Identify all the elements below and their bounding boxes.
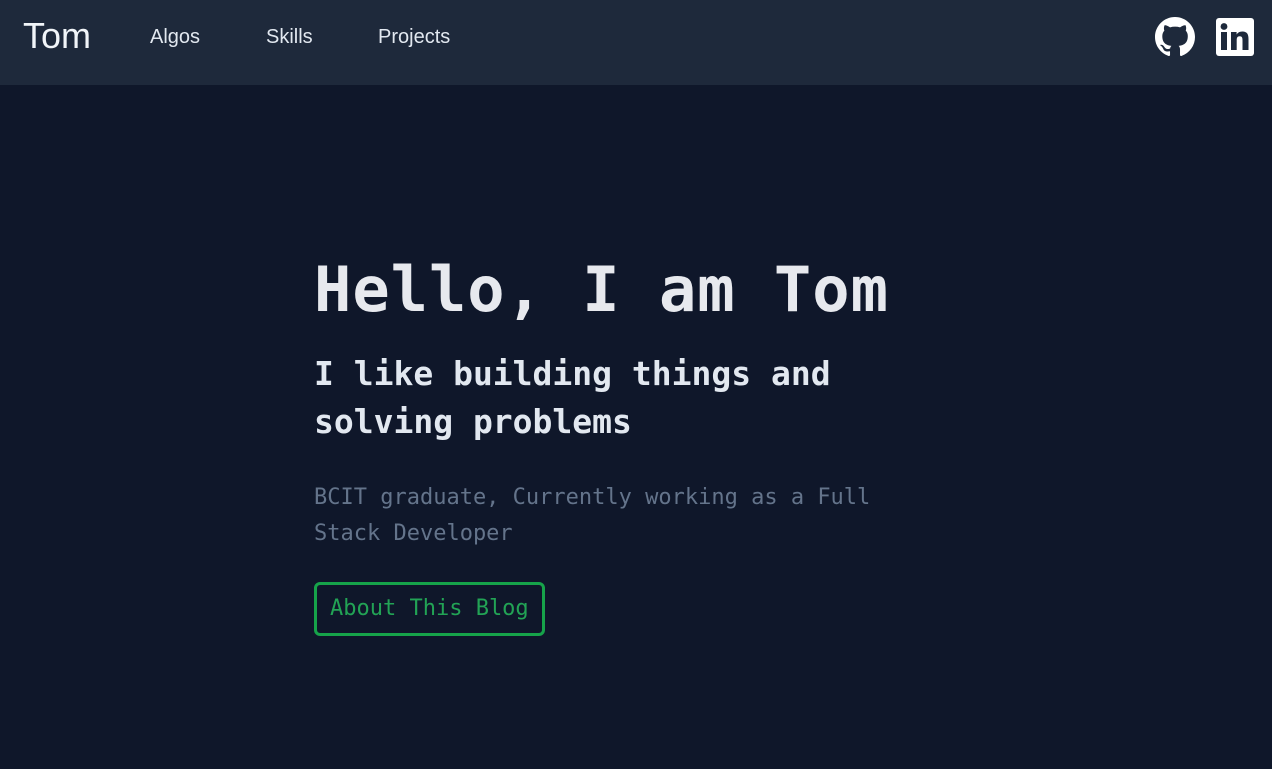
about-blog-button[interactable]: About This Blog — [314, 582, 545, 636]
hero-description: BCIT graduate, Currently working as a Fu… — [314, 485, 871, 546]
navbar: Tom Algos Skills Projects — [0, 0, 1272, 85]
brand-link[interactable]: Tom — [23, 14, 91, 58]
nav-link-skills[interactable]: Skills — [266, 24, 313, 50]
hero-title: Hello, I am Tom — [314, 253, 889, 326]
hero-section: Hello, I am Tom I like building things a… — [314, 250, 1014, 636]
nav-link-projects[interactable]: Projects — [378, 24, 450, 50]
linkedin-icon — [1216, 18, 1254, 56]
nav-link-algos[interactable]: Algos — [150, 24, 200, 50]
hero-subtitle: I like building things and solving probl… — [314, 354, 831, 441]
linkedin-link[interactable] — [1215, 17, 1255, 57]
github-icon — [1155, 17, 1195, 57]
github-link[interactable] — [1155, 17, 1195, 57]
